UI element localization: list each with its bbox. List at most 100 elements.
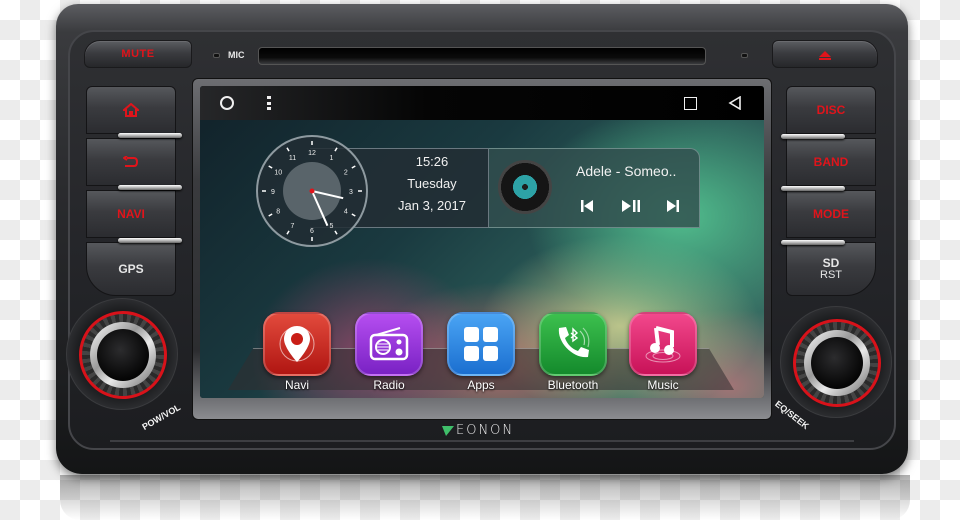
disc-slot[interactable]: [258, 47, 706, 65]
rst-label: RST: [820, 268, 842, 281]
power-volume-knob[interactable]: [66, 298, 178, 410]
knob-red-ring: [79, 311, 167, 399]
clock-tick: [286, 230, 290, 235]
home-button[interactable]: [86, 86, 176, 134]
eonon-logo: EONON: [442, 423, 514, 438]
back-arrow-icon: [123, 156, 139, 167]
touchscreen[interactable]: 12 1 2 3 4 5 6 7 8 9 10 11 15:26 Tuesday Jan 3, 201…: [200, 86, 764, 398]
clock-numeral: 10: [274, 170, 282, 177]
logo-text: EONON: [456, 423, 515, 438]
app-label: Apps: [467, 378, 495, 392]
home-icon: [123, 103, 139, 117]
recents-square-icon[interactable]: [684, 97, 697, 110]
clock-tick: [351, 213, 356, 217]
home-circle-icon[interactable]: [220, 96, 234, 110]
clock-numeral: 2: [344, 170, 348, 177]
mic-hole: [213, 53, 220, 58]
app-tile: [355, 312, 423, 376]
vinyl-disc-icon[interactable]: [498, 160, 552, 214]
date-text: Jan 3, 2017: [398, 198, 466, 213]
chrome-divider: [781, 134, 845, 139]
mode-label: MODE: [813, 207, 849, 221]
clock-face: 121234567891011: [262, 141, 362, 241]
chrome-divider: [118, 185, 182, 190]
reset-hole: [741, 53, 748, 58]
chrome-divider: [781, 186, 845, 191]
chrome-divider: [118, 238, 182, 243]
time-text: 15:26: [415, 154, 449, 169]
mute-button[interactable]: MUTE: [84, 40, 192, 68]
day-text: Tuesday: [407, 176, 457, 191]
app-tile: [629, 312, 697, 376]
knob-chrome-ring: [804, 330, 870, 396]
app-tile: [447, 312, 515, 376]
eject-icon: [819, 51, 831, 60]
app-apps[interactable]: Apps: [446, 312, 516, 392]
reflection: [60, 475, 910, 520]
knob-cap: [811, 337, 863, 389]
bluetooth-phone-icon: [558, 327, 590, 358]
clock-tick: [268, 165, 273, 169]
sd-label: SD: [822, 255, 840, 270]
app-grid-icon: [464, 327, 498, 361]
app-radio[interactable]: Radio: [354, 312, 424, 392]
overflow-menu-icon[interactable]: [267, 96, 271, 110]
navigation-bar: [200, 86, 764, 120]
song-title: Adele - Someo..: [576, 163, 677, 179]
clock-numeral: 12: [308, 150, 316, 157]
map-pin-icon: [279, 326, 315, 362]
clock-numeral: 11: [289, 155, 296, 162]
knob-chrome-ring: [90, 322, 156, 388]
play-pause-icon[interactable]: [620, 199, 642, 213]
app-music[interactable]: Music: [628, 312, 698, 392]
app-label: Music: [647, 378, 679, 392]
radio-icon: [369, 327, 409, 361]
disc-label: DISC: [816, 103, 846, 117]
clock-tick: [334, 230, 338, 235]
app-label: Bluetooth: [547, 378, 599, 392]
gps-label: GPS: [118, 262, 144, 276]
navi-button[interactable]: NAVI: [86, 190, 176, 238]
next-icon[interactable]: [664, 199, 682, 213]
clock-numeral: 7: [291, 223, 295, 230]
eject-button[interactable]: [772, 40, 878, 68]
gps-button[interactable]: GPS: [86, 242, 176, 296]
navi-label: NAVI: [117, 207, 145, 221]
band-button[interactable]: BAND: [786, 138, 876, 186]
app-tile: [539, 312, 607, 376]
music-note-icon: [645, 326, 681, 363]
mic-label: MIC: [228, 50, 245, 60]
analog-clock[interactable]: 12 1 2 3 4 5 6 7 8 9 10 11: [256, 135, 368, 247]
band-label: BAND: [813, 155, 849, 169]
app-bluetooth[interactable]: Bluetooth: [538, 312, 608, 392]
clock-center-dot: [309, 188, 315, 194]
app-tile: [263, 312, 331, 376]
mute-label: MUTE: [121, 48, 155, 60]
app-label: Navi: [284, 378, 309, 392]
clock-tick: [268, 213, 273, 217]
bottom-trim: [110, 440, 854, 442]
clock-numeral: 8: [276, 209, 280, 216]
clock-tick: [351, 165, 356, 169]
disc-button[interactable]: DISC: [786, 86, 876, 134]
app-label: Radio: [373, 378, 405, 392]
app-navi[interactable]: Navi: [262, 312, 332, 392]
clock-numeral: 5: [330, 223, 334, 230]
clock-tick: [334, 147, 338, 152]
eonon-logo-icon: [442, 425, 454, 436]
clock-numeral: 3: [349, 189, 353, 196]
datetime-text: 15:26 Tuesday Jan 3, 2017: [382, 154, 482, 220]
eq-seek-knob[interactable]: [780, 306, 892, 418]
sd-rst-button[interactable]: SD RST: [786, 242, 876, 296]
back-button[interactable]: [86, 138, 176, 186]
clock-numeral: 1: [330, 155, 334, 162]
chrome-divider: [781, 240, 845, 245]
previous-icon[interactable]: [578, 199, 596, 213]
clock-numeral: 6: [310, 228, 314, 235]
chrome-divider: [118, 133, 182, 138]
knob-cap: [97, 329, 149, 381]
back-triangle-icon[interactable]: [728, 96, 742, 110]
knob-red-ring: [793, 319, 881, 407]
clock-numeral: 9: [271, 189, 275, 196]
mode-button[interactable]: MODE: [786, 190, 876, 238]
